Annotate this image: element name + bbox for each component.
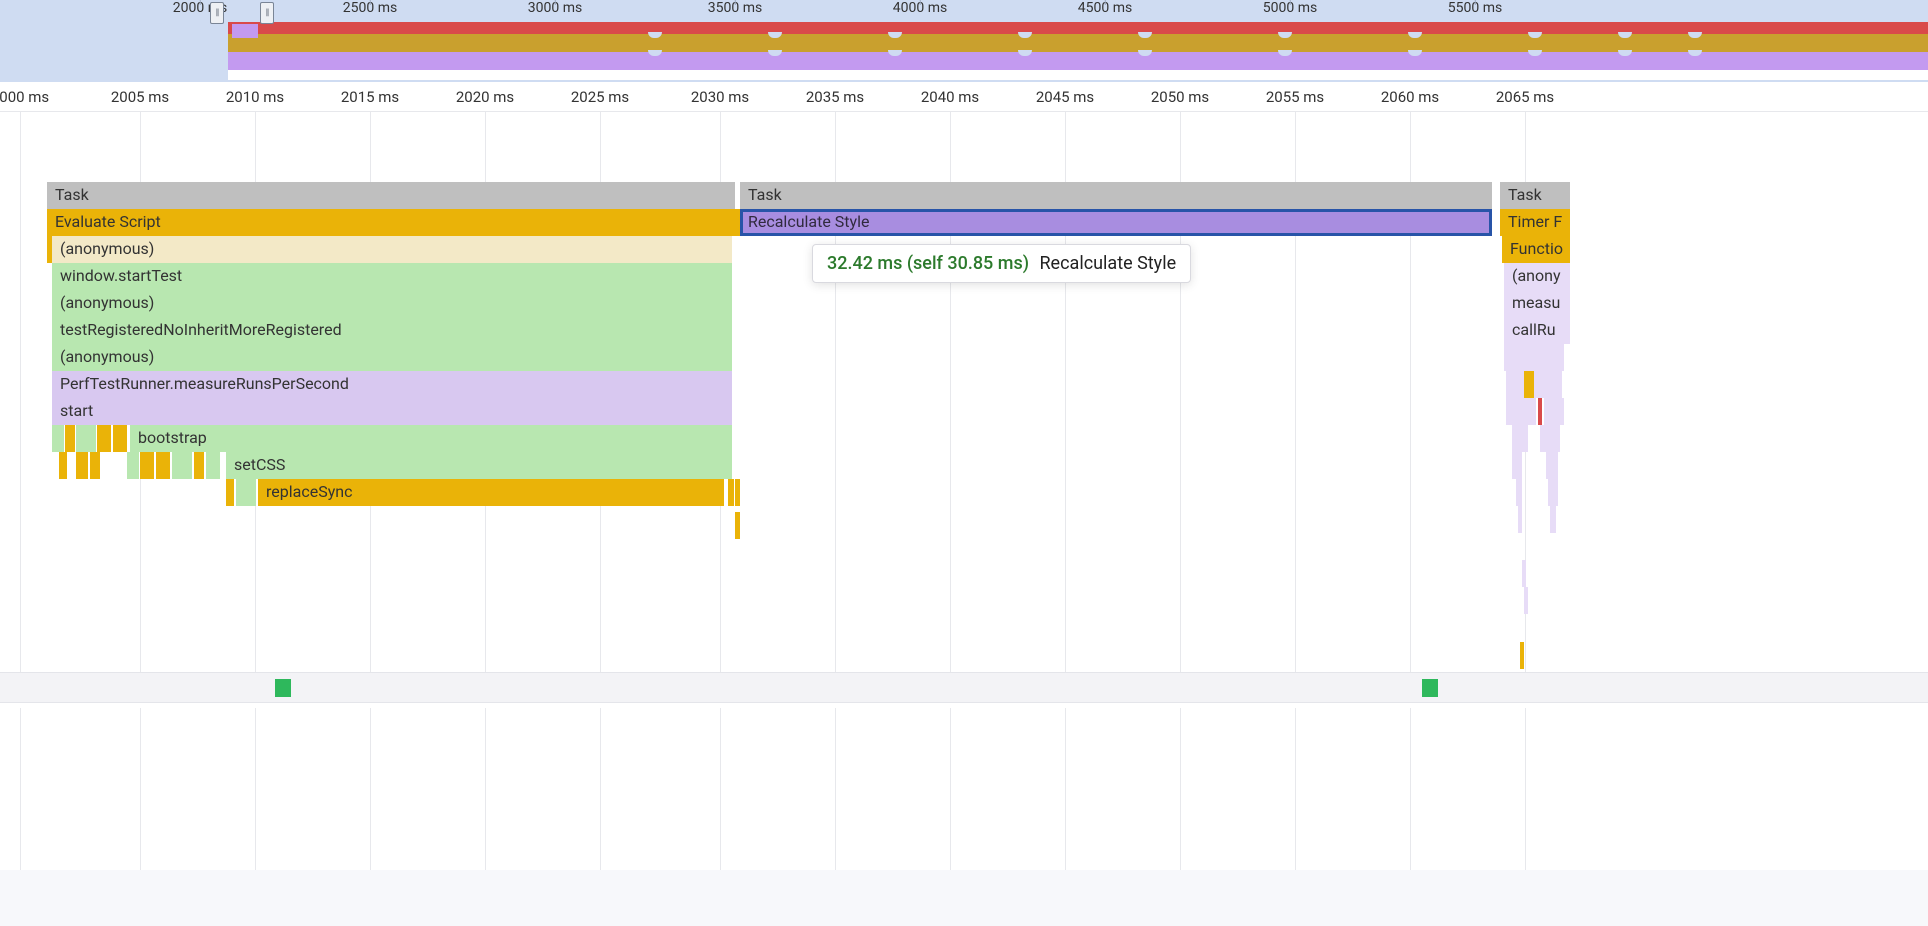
flame-chip[interactable] <box>1524 587 1528 614</box>
flame-chip[interactable] <box>90 452 100 479</box>
flamechart-tooltip: 32.42 ms (self 30.85 ms) Recalculate Sty… <box>812 244 1191 283</box>
flame-recalculate-style-selected[interactable]: Recalculate Style <box>740 209 1492 236</box>
task-bar[interactable]: Task <box>47 182 735 209</box>
timeline-ruler[interactable]: 2000 ms 2005 ms 2010 ms 2015 ms 2020 ms 2025 … <box>0 82 1928 112</box>
ruler-tick: 2045 ms <box>1036 88 1094 106</box>
flame-chip[interactable] <box>172 452 192 479</box>
task-label: Task <box>47 182 97 204</box>
flame-chip[interactable] <box>59 452 67 479</box>
ruler-tick: 2015 ms <box>341 88 399 106</box>
flame-chip[interactable] <box>735 479 740 506</box>
flame-window-starttest[interactable]: window.startTest <box>52 263 732 290</box>
flame-testregistered[interactable]: testRegisteredNoInheritMoreRegistered <box>52 317 732 344</box>
flame-measure[interactable]: measu <box>1504 290 1570 317</box>
flame-chip[interactable] <box>1550 506 1556 533</box>
ruler-tick: 2030 ms <box>691 88 749 106</box>
overview-range-handle-right[interactable]: || <box>260 2 274 24</box>
flame-chip[interactable] <box>76 452 88 479</box>
flame-start[interactable]: start <box>52 398 732 425</box>
overview-tick: 2500 ms <box>343 0 397 18</box>
flame-chip[interactable] <box>1520 642 1524 669</box>
overview-band-scripting <box>228 34 1928 52</box>
ruler-tick: 2000 ms <box>0 88 49 106</box>
task-label: Task <box>740 182 790 204</box>
ruler-tick: 2050 ms <box>1151 88 1209 106</box>
ruler-tick: 2055 ms <box>1266 88 1324 106</box>
flame-chip[interactable] <box>47 236 52 263</box>
flame-chip[interactable] <box>1524 371 1534 398</box>
flame-setcss[interactable]: setCSS <box>226 452 732 479</box>
flame-chip[interactable] <box>127 452 139 479</box>
flame-chip[interactable] <box>728 479 734 506</box>
flame-chip[interactable] <box>1538 398 1542 425</box>
track-separator <box>0 702 1928 708</box>
overview-tick: 4500 ms <box>1078 0 1132 18</box>
gridline <box>20 112 21 870</box>
flame-chip[interactable] <box>1540 425 1560 452</box>
overview-tick: 3000 ms <box>528 0 582 18</box>
flame-chip[interactable] <box>1518 506 1522 533</box>
flame-chip[interactable] <box>156 452 170 479</box>
overview-chunk <box>232 24 258 38</box>
flame-chip[interactable] <box>97 425 111 452</box>
task-bar[interactable]: Task <box>1500 182 1570 209</box>
flame-chip[interactable] <box>1506 398 1536 425</box>
flame-replacesync[interactable]: replaceSync <box>258 479 724 506</box>
ruler-tick: 2035 ms <box>806 88 864 106</box>
flame-chip[interactable] <box>206 452 220 479</box>
bottom-marker[interactable] <box>275 679 291 697</box>
overview-tick: 5000 ms <box>1263 0 1317 18</box>
overview-band-longtask <box>228 22 1928 34</box>
flame-chip[interactable] <box>113 425 127 452</box>
flame-anonymous[interactable]: (anonymous) <box>52 236 732 263</box>
timeline-overview[interactable]: 0 ms2000 ms2500 ms3000 ms3500 ms4000 ms4… <box>0 0 1928 82</box>
tooltip-label: Recalculate Style <box>1039 253 1176 274</box>
flame-chip[interactable] <box>76 425 96 452</box>
flame-chip[interactable] <box>52 425 64 452</box>
flame-chip[interactable] <box>194 452 204 479</box>
task-bar[interactable]: Task <box>740 182 1492 209</box>
flame-anonymous[interactable]: (anonymous) <box>52 290 732 317</box>
overview-tick: 3500 ms <box>708 0 762 18</box>
ruler-tick: 2005 ms <box>111 88 169 106</box>
flamechart-main[interactable]: Task Evaluate Script (anonymous) window.… <box>0 112 1928 870</box>
overview-tick: 4000 ms <box>893 0 947 18</box>
bottom-marker[interactable] <box>1422 679 1438 697</box>
flame-chip[interactable] <box>1522 560 1526 587</box>
overview-band-rendering <box>228 52 1928 70</box>
flame-chip[interactable] <box>1506 371 1562 398</box>
flame-chip[interactable] <box>1548 479 1558 506</box>
flame-bootstrap[interactable]: bootstrap <box>130 425 732 452</box>
flame-anonymous[interactable]: (anony <box>1504 263 1570 290</box>
ruler-tick: 2020 ms <box>456 88 514 106</box>
flame-chip[interactable] <box>1512 452 1522 479</box>
flame-timer-fired[interactable]: Timer F <box>1500 209 1570 236</box>
flame-chip[interactable] <box>65 425 75 452</box>
flame-chip[interactable] <box>735 512 740 539</box>
flame-anonymous[interactable]: (anonymous) <box>52 344 732 371</box>
ruler-tick: 2040 ms <box>921 88 979 106</box>
flame-callrun[interactable]: callRu <box>1504 317 1570 344</box>
overview-mini-flamechart[interactable] <box>228 22 1928 80</box>
overview-range-handle-left[interactable]: || <box>210 2 224 24</box>
task-label: Task <box>1500 182 1550 204</box>
flame-perftestrunner[interactable]: PerfTestRunner.measureRunsPerSecond <box>52 371 732 398</box>
tooltip-time: 32.42 ms (self 30.85 ms) <box>827 253 1029 274</box>
flame-evaluate-script[interactable]: Evaluate Script <box>47 209 735 236</box>
bottom-marker-track[interactable] <box>0 672 1928 702</box>
flame-chip[interactable] <box>236 479 256 506</box>
ruler-tick: 2010 ms <box>226 88 284 106</box>
flame-chip[interactable] <box>1546 452 1558 479</box>
ruler-tick: 2025 ms <box>571 88 629 106</box>
flame-chip[interactable] <box>226 479 234 506</box>
flame-chip[interactable] <box>1504 344 1564 371</box>
flame-chip[interactable] <box>1516 479 1522 506</box>
flame-chip[interactable] <box>140 452 154 479</box>
ruler-tick: 2065 ms <box>1496 88 1554 106</box>
ruler-tick: 2060 ms <box>1381 88 1439 106</box>
flame-chip[interactable] <box>1512 425 1528 452</box>
overview-tick: 5500 ms <box>1448 0 1502 18</box>
flame-function[interactable]: Functio <box>1502 236 1570 263</box>
flame-chip[interactable] <box>1544 398 1564 425</box>
